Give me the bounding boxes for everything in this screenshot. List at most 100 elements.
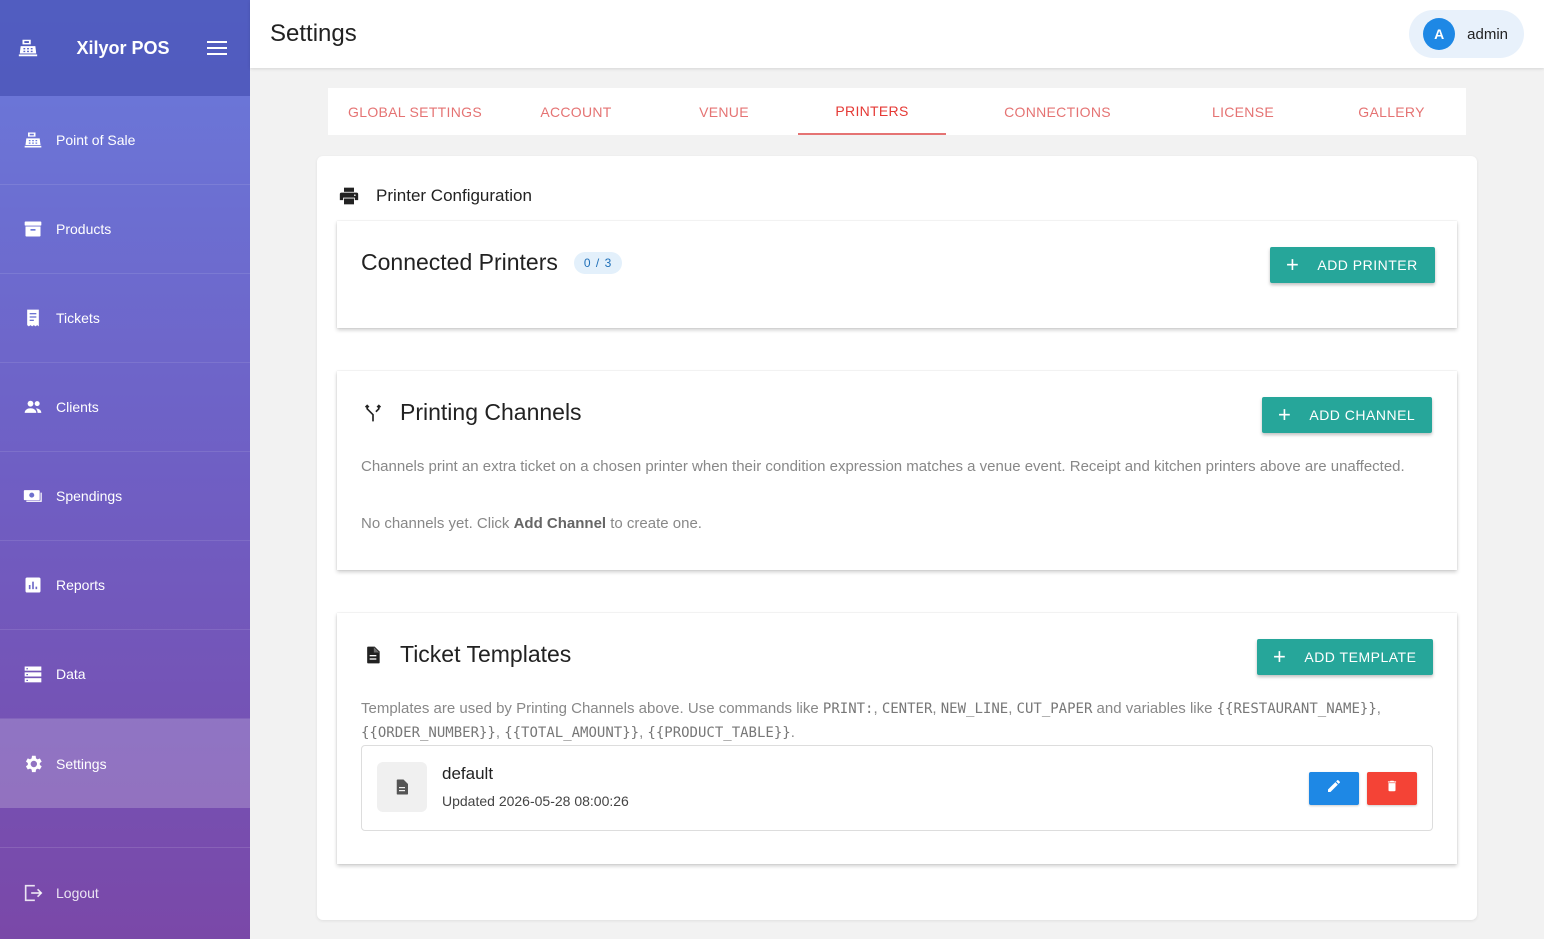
connected-printers-header: Connected Printers 0 / 3: [361, 249, 623, 276]
sidebar-item-reports[interactable]: Reports: [0, 541, 250, 630]
settings-tabs: GLOBAL SETTINGS ACCOUNT VENUE PRINTERS C…: [328, 88, 1466, 135]
sidebar-item-products[interactable]: Products: [0, 185, 250, 274]
sidebar-item-spendings[interactable]: Spendings: [0, 452, 250, 541]
add-channel-button[interactable]: + ADD CHANNEL: [1262, 397, 1433, 433]
sidebar-item-label: Tickets: [56, 310, 100, 326]
plus-icon: +: [1286, 252, 1300, 277]
plus-icon: +: [1278, 402, 1292, 427]
sidebar-item-label: Spendings: [56, 488, 123, 504]
printer-settings-card: Printer Configuration Connected Printers…: [317, 156, 1477, 920]
channels-description: Channels print an extra ticket on a chos…: [361, 458, 1405, 475]
database-icon: [22, 663, 44, 685]
code-print: PRINT:: [822, 701, 874, 717]
add-template-button[interactable]: + ADD TEMPLATE: [1257, 639, 1434, 675]
printing-channels-panel: Printing Channels + ADD CHANNEL Channels…: [337, 371, 1457, 570]
add-printer-button[interactable]: + ADD PRINTER: [1270, 247, 1435, 283]
help-text: Templates are used by Printing Channels …: [361, 700, 823, 717]
fork-icon: [361, 401, 385, 425]
sidebar-divider: [0, 808, 250, 848]
var-product-table: {{PRODUCT_TABLE}}: [647, 725, 791, 741]
sidebar-item-point-of-sale[interactable]: Point of Sale: [0, 96, 250, 185]
gear-icon: [22, 753, 44, 775]
bar-chart-icon: [22, 574, 44, 596]
tab-gallery[interactable]: GALLERY: [1317, 88, 1466, 135]
var-restaurant-name: {{RESTAURANT_NAME}}: [1216, 701, 1377, 717]
ticket-templates-title: Ticket Templates: [400, 641, 572, 667]
template-list-item: default Updated 2026-05-28 08:00:26: [361, 745, 1433, 831]
templates-help-text: Templates are used by Printing Channels …: [361, 697, 1441, 745]
help-text: ,: [932, 700, 941, 717]
archive-box-icon: [22, 218, 44, 240]
ticket-templates-header: Ticket Templates: [361, 641, 571, 668]
add-printer-label: ADD PRINTER: [1317, 257, 1418, 273]
add-channel-label: ADD CHANNEL: [1309, 407, 1416, 423]
sidebar-item-label: Point of Sale: [56, 132, 136, 148]
add-channel-link: Add Channel: [513, 515, 607, 532]
sidebar-item-tickets[interactable]: Tickets: [0, 274, 250, 363]
sidebar-item-label: Products: [56, 221, 112, 237]
empty-text-prefix: No channels yet. Click: [361, 515, 514, 532]
help-text: ,: [873, 700, 882, 717]
section-header: Printer Configuration: [339, 186, 532, 206]
cash-register-icon: [22, 129, 44, 151]
receipt-icon: [22, 307, 44, 329]
code-cut-paper: CUT_PAPER: [1016, 701, 1093, 717]
user-name: admin: [1467, 25, 1508, 43]
template-document-icon: [377, 762, 427, 812]
help-text: ,: [495, 724, 505, 741]
document-icon: [361, 643, 385, 667]
help-text: and variables like: [1092, 700, 1217, 717]
tab-license[interactable]: LICENSE: [1169, 88, 1317, 135]
avatar: A: [1423, 18, 1456, 50]
people-icon: [22, 396, 44, 418]
logout-button[interactable]: Logout: [0, 847, 250, 939]
help-text: ,: [1008, 700, 1017, 717]
sidebar-item-label: Reports: [56, 577, 106, 593]
edit-template-button[interactable]: [1309, 772, 1359, 805]
help-text: ,: [1376, 700, 1381, 717]
pencil-icon: [1326, 778, 1342, 799]
logout-icon: [22, 882, 44, 904]
section-title: Printer Configuration: [376, 186, 532, 205]
var-total-amount: {{TOTAL_AMOUNT}}: [504, 725, 640, 741]
empty-text-suffix: to create one.: [606, 515, 702, 532]
template-updated: Updated 2026-05-28 08:00:26: [442, 793, 629, 809]
delete-template-button[interactable]: [1367, 772, 1417, 805]
tab-printers[interactable]: PRINTERS: [798, 88, 946, 135]
add-template-label: ADD TEMPLATE: [1304, 649, 1417, 665]
trash-icon: [1385, 778, 1399, 799]
app-brand: Xilyor POS: [76, 37, 170, 58]
sidebar-item-settings[interactable]: Settings: [0, 719, 250, 808]
tab-connections[interactable]: CONNECTIONS: [946, 88, 1169, 135]
connected-printers-panel: Connected Printers 0 / 3 + ADD PRINTER: [337, 221, 1457, 328]
template-name: default: [442, 764, 494, 783]
printer-count-badge: 0 / 3: [573, 251, 623, 274]
sidebar-item-clients[interactable]: Clients: [0, 363, 250, 452]
page-title: Settings: [270, 20, 357, 47]
ticket-templates-panel: Ticket Templates + ADD TEMPLATE Template…: [337, 613, 1457, 864]
printing-channels-title: Printing Channels: [400, 399, 582, 425]
printer-icon: [339, 186, 359, 206]
money-icon: [22, 485, 44, 507]
help-text: .: [790, 724, 795, 741]
cash-register-icon: [16, 36, 40, 60]
sidebar-header: Xilyor POS: [0, 0, 250, 96]
sidebar-item-data[interactable]: Data: [0, 630, 250, 719]
tab-account[interactable]: ACCOUNT: [502, 88, 650, 135]
top-bar: Settings A admin: [250, 0, 1544, 68]
var-order-number: {{ORDER_NUMBER}}: [361, 725, 496, 741]
connected-printers-title: Connected Printers: [361, 249, 558, 275]
code-center: CENTER: [881, 701, 933, 717]
tab-global-settings[interactable]: GLOBAL SETTINGS: [328, 88, 502, 135]
user-menu[interactable]: A admin: [1409, 10, 1524, 58]
sidebar-item-label: Data: [56, 666, 86, 682]
channels-empty-state: No channels yet. Click Add Channel to cr…: [361, 512, 1411, 535]
printing-channels-header: Printing Channels: [361, 399, 582, 426]
sidebar: Xilyor POS Point of Sale Products Ticket…: [0, 0, 250, 939]
tab-venue[interactable]: VENUE: [650, 88, 798, 135]
code-new-line: NEW_LINE: [940, 701, 1009, 717]
sidebar-item-label: Settings: [56, 755, 107, 772]
hamburger-menu-icon[interactable]: [206, 37, 228, 59]
logout-label: Logout: [56, 885, 99, 901]
plus-icon: +: [1273, 644, 1287, 669]
